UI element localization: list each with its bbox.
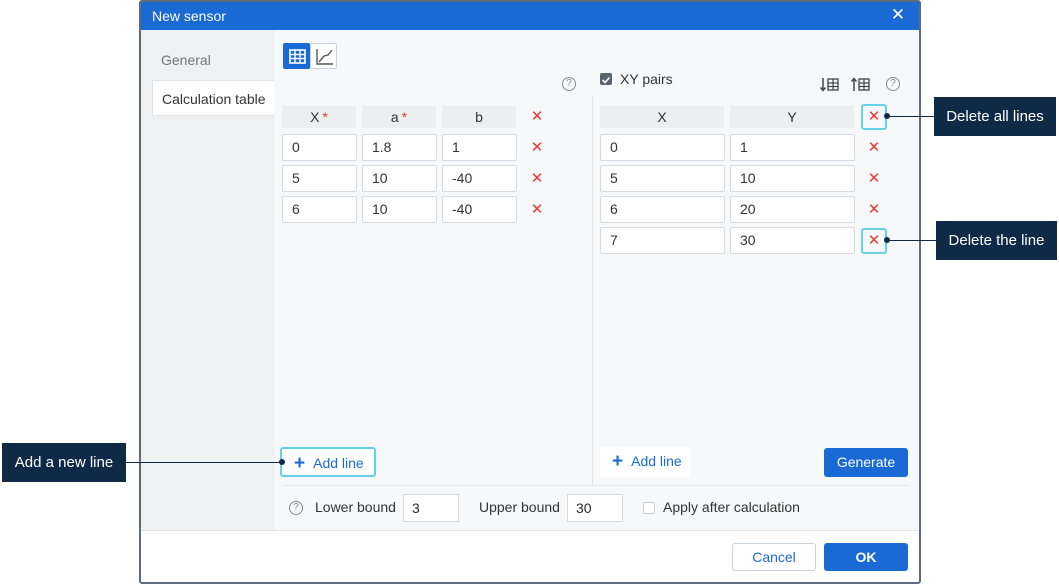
callout-add-new-line: Add a new line	[2, 443, 126, 482]
delete-line-icon[interactable]: ✕	[861, 166, 887, 192]
column-header-a: a *	[362, 106, 436, 128]
table-cell[interactable]: 6	[600, 196, 725, 223]
column-header-y: Y	[730, 106, 854, 128]
delete-line-icon[interactable]: ✕	[861, 197, 887, 223]
table-cell[interactable]: -40	[442, 196, 517, 223]
callout-delete-line: Delete the line	[936, 221, 1057, 260]
table-cell[interactable]: 1	[442, 134, 517, 161]
xy-help-icon[interactable]: ?	[886, 77, 900, 91]
callout-dot	[884, 237, 890, 243]
callout-leader	[126, 462, 282, 463]
table-cell[interactable]: 10	[730, 165, 855, 192]
delete-all-lines-icon[interactable]: ✕	[524, 104, 550, 130]
callout-leader	[887, 240, 936, 241]
close-icon[interactable]: ✕	[888, 5, 908, 25]
delete-line-icon[interactable]: ✕	[524, 197, 550, 223]
cancel-button[interactable]: Cancel	[732, 543, 816, 571]
table-cell[interactable]: 0	[600, 134, 725, 161]
column-header-x: X	[600, 106, 724, 128]
footer-separator	[141, 530, 919, 531]
delete-line-icon[interactable]: ✕	[861, 135, 887, 161]
chart-view-button[interactable]	[310, 43, 337, 69]
table-cell[interactable]: -40	[442, 165, 517, 192]
table-cell[interactable]: 5	[282, 165, 357, 192]
separator	[283, 485, 909, 486]
table-cell[interactable]: 10	[362, 165, 437, 192]
tab-general[interactable]: General	[152, 42, 211, 78]
plus-icon: +	[612, 451, 624, 472]
bounds-help-icon[interactable]: ?	[289, 501, 303, 515]
lower-bound-label: Lower bound	[315, 499, 396, 515]
delete-line-icon[interactable]: ✕	[524, 166, 550, 192]
upper-bound-label: Upper bound	[479, 499, 560, 515]
upper-bound-input[interactable]: 30	[567, 494, 623, 522]
table-cell[interactable]: 10	[362, 196, 437, 223]
callout-delete-all-lines: Delete all lines	[934, 97, 1056, 136]
table-cell[interactable]: 1	[730, 134, 855, 161]
add-line-button[interactable]: + Add line	[280, 447, 376, 477]
delete-line-icon[interactable]: ✕	[861, 228, 887, 254]
column-header-x: X *	[282, 106, 356, 128]
sort-descending-icon[interactable]	[819, 75, 841, 95]
sort-ascending-icon[interactable]	[850, 75, 872, 95]
apply-after-calculation-label: Apply after calculation	[663, 499, 800, 515]
table-cell[interactable]: 30	[730, 227, 855, 254]
delete-line-icon[interactable]: ✕	[524, 135, 550, 161]
table-cell[interactable]: 20	[730, 196, 855, 223]
add-line-button[interactable]: + Add line	[600, 447, 690, 477]
help-icon[interactable]: ?	[562, 77, 576, 91]
table-cell[interactable]: 6	[282, 196, 357, 223]
xy-pairs-label: XY pairs	[620, 71, 673, 87]
tab-calculation-table[interactable]: Calculation table	[152, 80, 275, 116]
dialog-titlebar	[141, 2, 919, 30]
table-cell[interactable]: 5	[600, 165, 725, 192]
callout-leader	[887, 116, 934, 117]
lower-bound-input[interactable]: 3	[403, 494, 459, 522]
table-cell[interactable]: 1.8	[362, 134, 437, 161]
callout-dot	[884, 113, 890, 119]
delete-all-lines-icon[interactable]: ✕	[861, 104, 887, 130]
table-divider	[592, 96, 593, 486]
callout-dot	[279, 459, 285, 465]
checkmark-icon	[601, 76, 611, 84]
xy-pairs-checkbox[interactable]	[600, 73, 612, 85]
table-icon	[289, 49, 306, 64]
table-cell[interactable]: 0	[282, 134, 357, 161]
generate-button[interactable]: Generate	[824, 448, 908, 477]
plus-icon: +	[294, 453, 306, 474]
table-cell[interactable]: 7	[600, 227, 725, 254]
chart-icon	[316, 49, 333, 65]
table-view-button[interactable]	[283, 43, 310, 69]
ok-button[interactable]: OK	[824, 543, 908, 571]
dialog-title: New sensor	[152, 8, 226, 24]
column-header-b: b	[442, 106, 516, 128]
apply-after-calculation-checkbox[interactable]	[643, 502, 655, 514]
